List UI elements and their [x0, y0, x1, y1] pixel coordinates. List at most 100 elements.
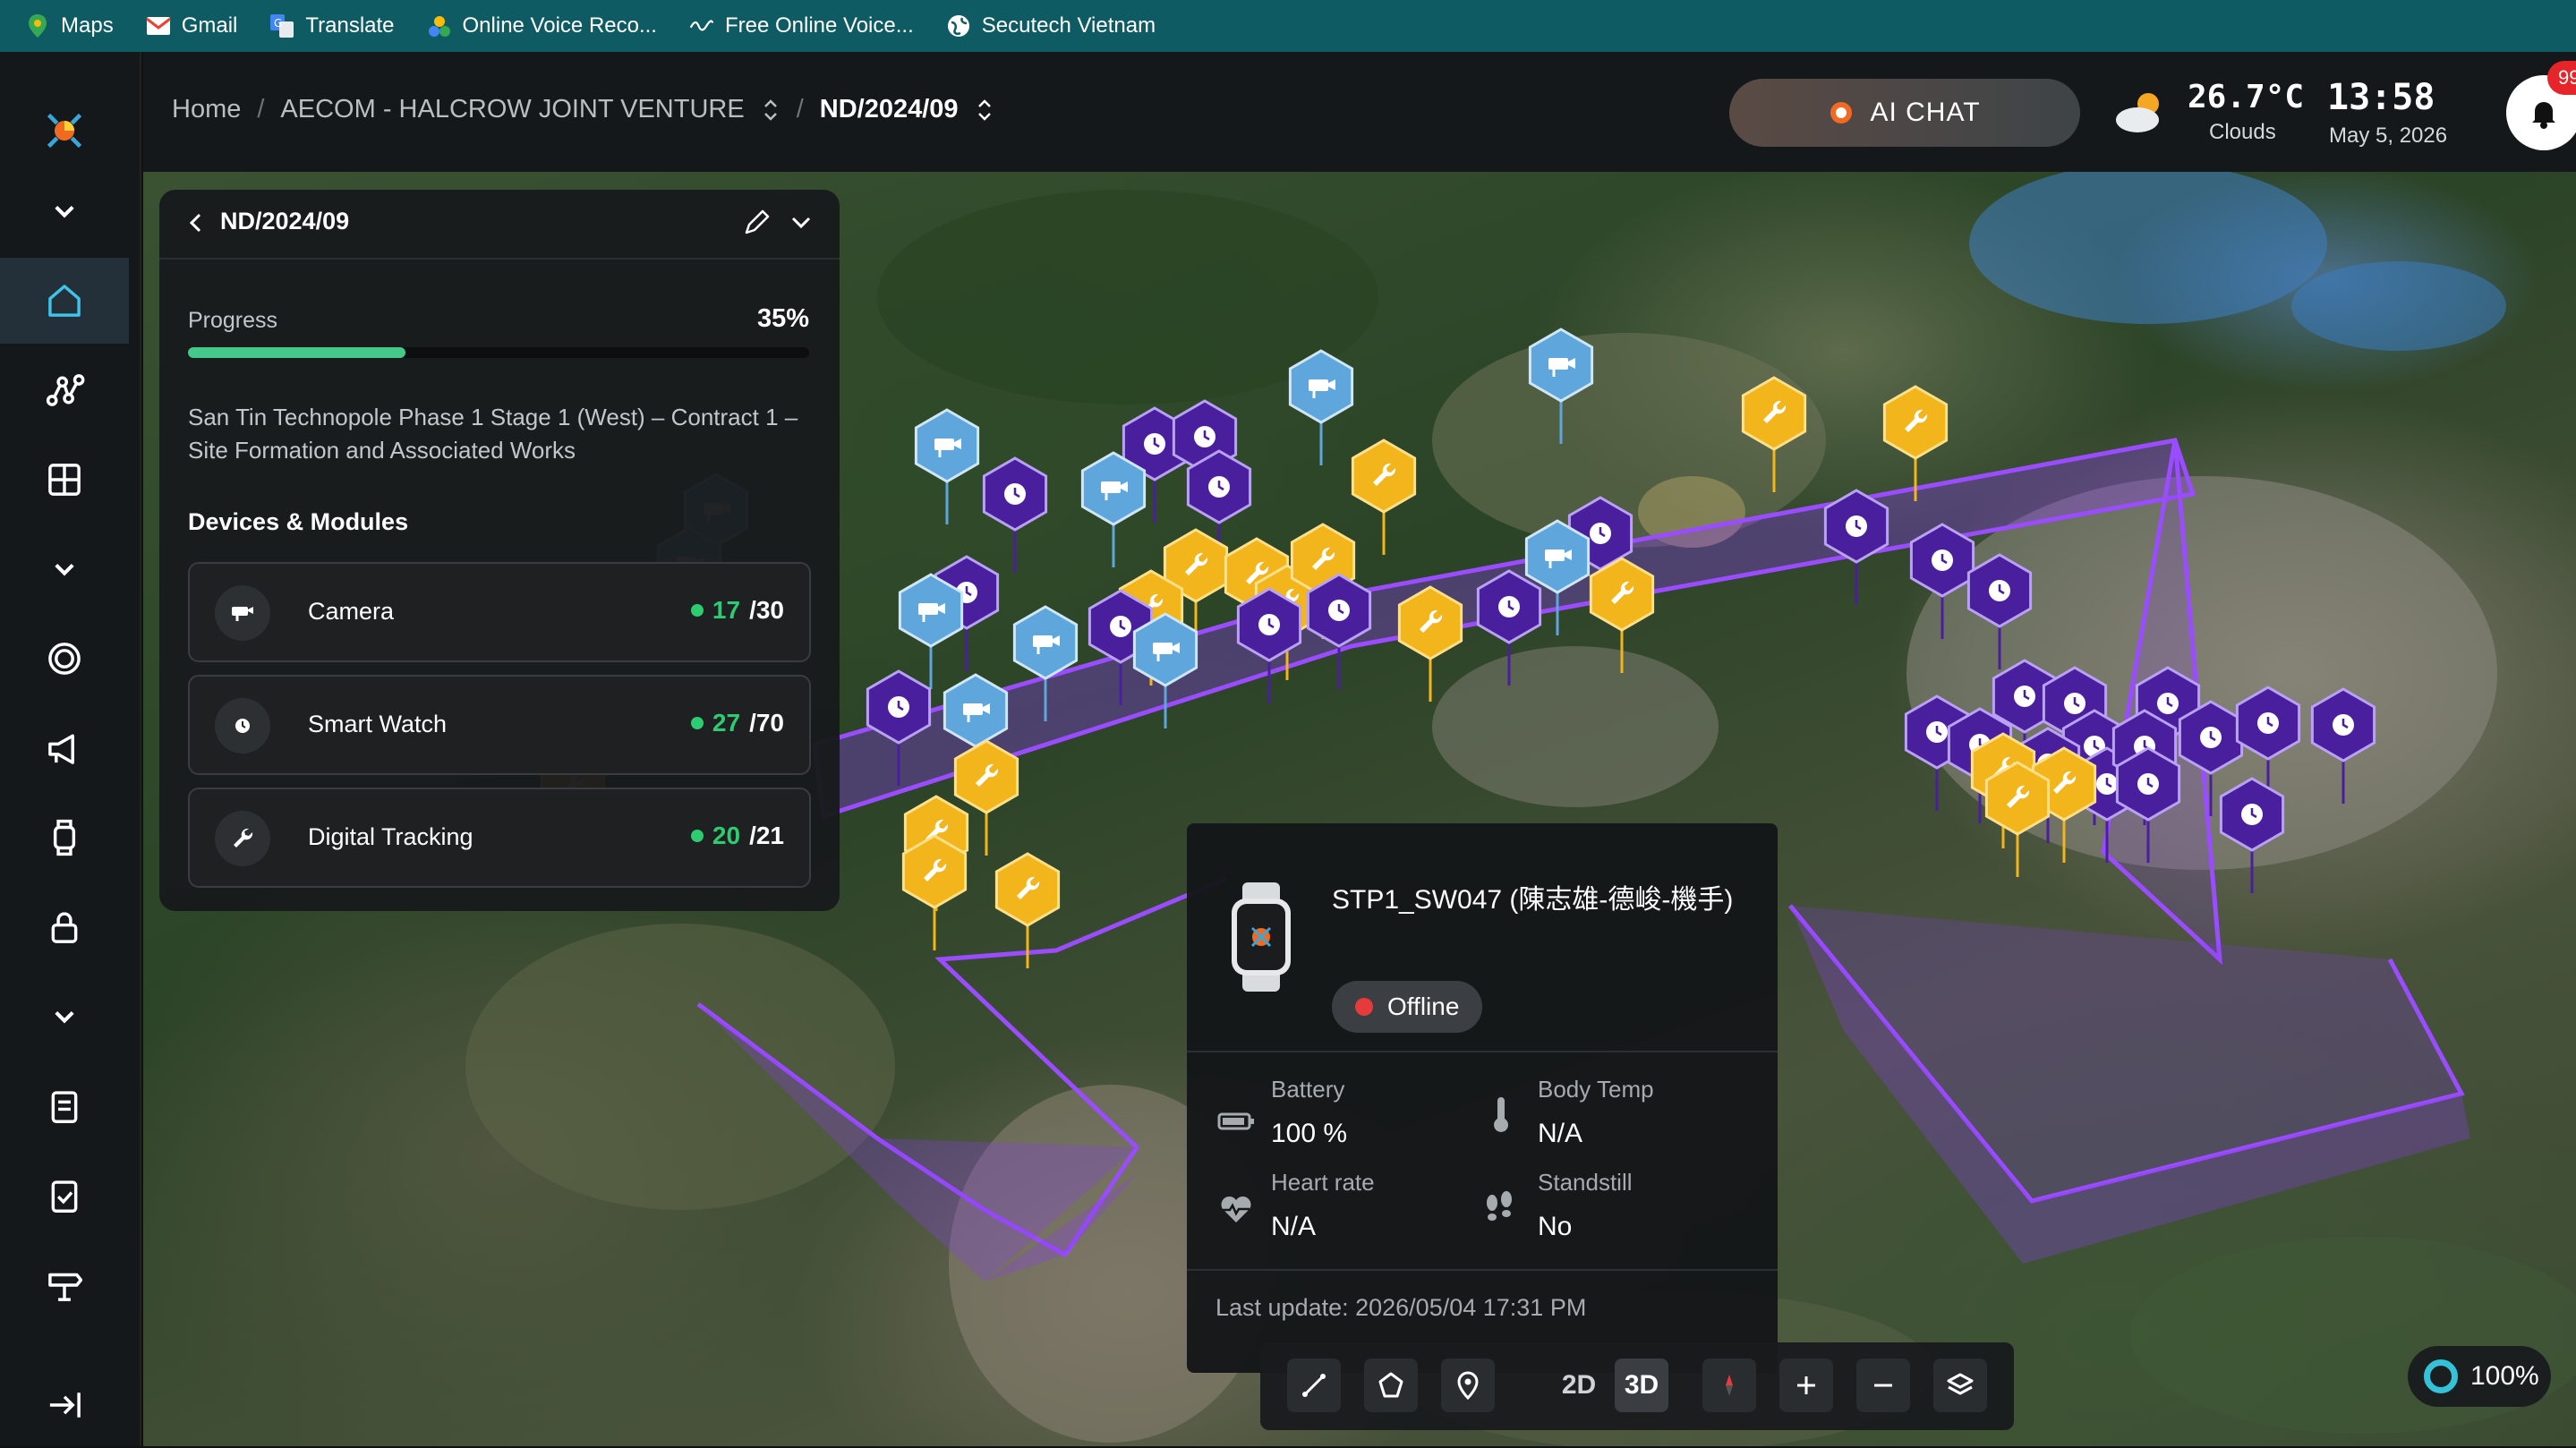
breadcrumb: Home / AECOM - HALCROW JOINT VENTURE / N…: [172, 95, 994, 124]
bookmarks-bar: Maps Gmail G Translate Online Voice Reco…: [0, 0, 2576, 52]
watch-icon: [1144, 433, 1165, 455]
map-toolbar: 2D 3D: [1260, 1342, 2014, 1430]
online-dot: [690, 604, 704, 617]
camera-marker[interactable]: [1288, 349, 1354, 465]
nav-collapse-group-1[interactable]: [0, 168, 129, 254]
watch-marker[interactable]: [1823, 489, 1889, 605]
mode-3d-label: 3D: [1624, 1370, 1659, 1400]
watch-icon: [1932, 549, 1953, 571]
mode-2d-button[interactable]: 2D: [1552, 1359, 1606, 1412]
nav-home[interactable]: [0, 258, 129, 344]
voice-dots-icon: [427, 13, 452, 38]
zoom-out-button[interactable]: [1856, 1359, 1910, 1412]
minus-icon: [1874, 1384, 1892, 1387]
compass-icon: [1726, 1375, 1733, 1396]
expand-right-icon: [49, 1393, 81, 1418]
translate-icon: G: [269, 13, 294, 38]
camera-marker[interactable]: [914, 408, 980, 524]
watch-icon: [2096, 773, 2118, 795]
watch-icon: [1846, 515, 1867, 537]
watch-icon: [2200, 727, 2222, 748]
breadcrumb-home[interactable]: Home: [172, 95, 241, 124]
nav-collapse-group-2[interactable]: [0, 526, 129, 612]
chevron-down-icon[interactable]: [784, 206, 818, 240]
battery-icon: [1217, 1112, 1254, 1130]
nav-announcements[interactable]: [0, 705, 129, 791]
bookmark-label: Translate: [305, 13, 395, 38]
temperature: 26.7°C: [2188, 79, 2305, 115]
watch-icon: [2137, 773, 2159, 795]
bookmark-maps[interactable]: Maps: [25, 13, 114, 38]
nav-lock[interactable]: [0, 884, 129, 970]
zoom-indicator: 100%: [2408, 1346, 2551, 1407]
bookmark-secutech[interactable]: Secutech Vietnam: [946, 13, 1156, 38]
breadcrumb-current[interactable]: ND/2024/09: [820, 95, 959, 124]
device-count: 20/21: [690, 822, 784, 850]
watch-marker[interactable]: [1306, 573, 1372, 689]
nav-dashboard-grid[interactable]: [0, 437, 129, 523]
tracking-marker[interactable]: [1351, 439, 1417, 555]
divider: [1187, 1051, 1778, 1052]
online-count: 20: [712, 822, 741, 849]
clock-time: 13:58: [2327, 77, 2435, 118]
device-name: Smart Watch: [308, 711, 448, 737]
wrench-icon: [215, 811, 270, 866]
bookmark-translate[interactable]: G Translate: [269, 13, 395, 38]
project-description: San Tin Technopole Phase 1 Stage 1 (West…: [188, 404, 798, 464]
tracking-marker[interactable]: [1984, 761, 2051, 877]
device-count: 27/70: [690, 709, 784, 737]
device-name: STP1_SW047 (陳志雄-德峻-機手): [1332, 885, 1734, 915]
gmail-icon: [145, 13, 171, 38]
layers-button[interactable]: [1933, 1359, 1987, 1412]
status-text: Offline: [1387, 992, 1460, 1020]
camera-marker[interactable]: [898, 573, 964, 689]
bookmark-free-voice[interactable]: Free Online Voice...: [689, 13, 914, 38]
battery-label: Battery: [1271, 1076, 1345, 1103]
device-card-smartwatch[interactable]: Smart Watch 27/70: [188, 675, 811, 775]
watch-icon: [53, 819, 76, 856]
pin-button[interactable]: [1441, 1359, 1495, 1412]
bell-icon: [2532, 102, 2555, 129]
camera-marker[interactable]: [1080, 451, 1147, 567]
bookmark-voice-reco[interactable]: Online Voice Reco...: [427, 13, 657, 38]
panel-header: ND/2024/09: [159, 190, 840, 260]
pencil-icon[interactable]: [739, 206, 773, 240]
device-popup: STP1_SW047 (陳志雄-德峻-機手) Offline Battery 1…: [1187, 823, 1778, 1373]
chevron-updown-icon[interactable]: [975, 97, 994, 124]
nav-target[interactable]: [0, 616, 129, 702]
device-card-camera[interactable]: Camera 17/30: [188, 562, 811, 662]
zoom-in-button[interactable]: [1779, 1359, 1833, 1412]
online-dot: [690, 830, 704, 842]
compass-button[interactable]: [1702, 1359, 1756, 1412]
back-arrow-icon[interactable]: [181, 208, 211, 238]
measure-button[interactable]: [1287, 1359, 1341, 1412]
nav-expand-sidebar[interactable]: [0, 1362, 129, 1448]
watch-icon: [2157, 693, 2179, 714]
device-card-tracking[interactable]: Digital Tracking 20/21: [188, 788, 811, 888]
nav-checklist[interactable]: [0, 1153, 129, 1239]
nav-routes[interactable]: [0, 347, 129, 433]
breadcrumb-project[interactable]: AECOM - HALCROW JOINT VENTURE: [280, 95, 744, 124]
watch-marker[interactable]: [1236, 587, 1302, 703]
watch-marker[interactable]: [982, 456, 1048, 573]
watch-icon: [2064, 693, 2086, 714]
tracking-marker[interactable]: [1397, 585, 1463, 702]
ai-chat-button[interactable]: AI CHAT: [1729, 79, 2080, 147]
watch-icon: [1110, 616, 1131, 637]
watch-marker[interactable]: [2219, 777, 2285, 893]
nav-smartwatch[interactable]: [0, 795, 129, 881]
nav-reports[interactable]: [0, 1063, 129, 1149]
tracking-marker[interactable]: [901, 834, 968, 950]
watch-icon: [1328, 600, 1350, 621]
nav-signage[interactable]: [0, 1242, 129, 1328]
chevron-updown-icon[interactable]: [761, 97, 780, 124]
polygon-draw-button[interactable]: [1364, 1359, 1418, 1412]
app-logo[interactable]: [0, 88, 129, 174]
bookmark-gmail[interactable]: Gmail: [145, 13, 237, 38]
breadcrumb-separator: /: [796, 95, 804, 124]
last-update: Last update: 2026/05/04 17:31 PM: [1215, 1294, 1587, 1321]
nav-collapse-group-3[interactable]: [0, 974, 129, 1060]
mode-3d-button[interactable]: 3D: [1615, 1359, 1668, 1412]
online-count: 27: [712, 709, 741, 737]
megaphone-icon: [48, 734, 74, 764]
